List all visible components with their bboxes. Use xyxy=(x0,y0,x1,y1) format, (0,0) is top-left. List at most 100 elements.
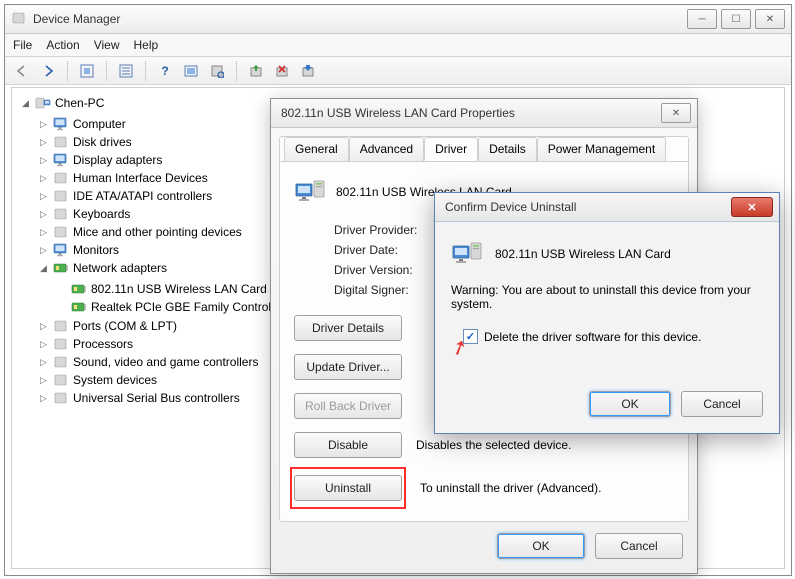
confirm-device-name: 802.11n USB Wireless LAN Card xyxy=(495,247,671,261)
disk-icon xyxy=(53,134,69,150)
network-icon xyxy=(53,260,69,276)
expander-icon[interactable]: ◢ xyxy=(20,98,31,109)
computer-icon xyxy=(53,116,69,132)
tree-node[interactable]: Disk drives xyxy=(73,135,132,149)
tree-node[interactable]: Mice and other pointing devices xyxy=(73,225,242,239)
roll-back-driver-button[interactable]: Roll Back Driver xyxy=(294,393,402,419)
driver-details-button[interactable]: Driver Details xyxy=(294,315,402,341)
digital-signer-label: Digital Signer: xyxy=(334,283,444,297)
expander-icon[interactable]: ▷ xyxy=(38,155,49,166)
back-button[interactable] xyxy=(11,60,33,82)
monitor-icon xyxy=(53,242,69,258)
show-hidden-icon[interactable] xyxy=(76,60,98,82)
hid-icon xyxy=(53,170,69,186)
tab-advanced[interactable]: Advanced xyxy=(349,137,424,161)
app-icon xyxy=(11,10,27,29)
expander-icon[interactable]: ▷ xyxy=(38,375,49,386)
tree-node[interactable]: Monitors xyxy=(73,243,119,257)
disable-description: Disables the selected device. xyxy=(416,438,571,452)
menu-file[interactable]: File xyxy=(13,38,32,52)
computer-root-icon xyxy=(35,95,51,111)
usb-icon xyxy=(53,390,69,406)
confirm-warning-text: Warning: You are about to uninstall this… xyxy=(451,283,763,311)
confirm-titlebar: Confirm Device Uninstall ✕ xyxy=(435,193,779,222)
update-driver-icon[interactable] xyxy=(245,60,267,82)
expander-icon[interactable]: ▷ xyxy=(38,137,49,148)
confirm-ok-button[interactable]: OK xyxy=(589,391,671,417)
toolbar: ? xyxy=(5,57,791,86)
forward-button[interactable] xyxy=(37,60,59,82)
uninstall-icon[interactable] xyxy=(271,60,293,82)
expander-icon[interactable]: ▷ xyxy=(38,245,49,256)
tree-node[interactable]: Realtek PCIe GBE Family Controller xyxy=(91,300,284,314)
help-icon[interactable]: ? xyxy=(154,60,176,82)
tree-node[interactable]: Processors xyxy=(73,337,133,351)
expander-icon[interactable]: ▷ xyxy=(38,393,49,404)
toolbar-sep xyxy=(67,61,68,81)
expander-icon[interactable]: ▷ xyxy=(38,339,49,350)
driver-provider-label: Driver Provider: xyxy=(334,223,444,237)
expander-icon[interactable]: ◢ xyxy=(38,263,49,274)
tab-general[interactable]: General xyxy=(284,137,349,161)
menu-view[interactable]: View xyxy=(94,38,120,52)
update-driver-button[interactable]: Update Driver... xyxy=(294,354,402,380)
minimize-button[interactable]: ─ xyxy=(687,9,717,29)
tree-node-network-adapters[interactable]: Network adapters xyxy=(73,261,167,275)
ide-icon xyxy=(53,188,69,204)
expander-icon[interactable]: ▷ xyxy=(38,191,49,202)
tree-node-root[interactable]: Chen-PC xyxy=(55,96,104,110)
confirm-close-button[interactable]: ✕ xyxy=(731,197,773,217)
uninstall-description: To uninstall the driver (Advanced). xyxy=(420,481,601,495)
expander-icon[interactable]: ▷ xyxy=(38,209,49,220)
expander-icon[interactable]: ▷ xyxy=(38,227,49,238)
properties-close-button[interactable]: ✕ xyxy=(661,103,691,123)
device-icon xyxy=(294,174,326,209)
nic-icon xyxy=(71,299,87,315)
properties-icon[interactable] xyxy=(115,60,137,82)
menu-help[interactable]: Help xyxy=(134,38,159,52)
maximize-button[interactable]: ☐ xyxy=(721,9,751,29)
uninstall-highlight: Uninstall xyxy=(290,467,406,509)
tree-node[interactable]: 802.11n USB Wireless LAN Card xyxy=(91,282,267,296)
keyboard-icon xyxy=(53,206,69,222)
tab-details[interactable]: Details xyxy=(478,137,537,161)
tree-node[interactable]: Keyboards xyxy=(73,207,130,221)
toolbar-sep xyxy=(236,61,237,81)
device-icon xyxy=(451,236,483,271)
expander-icon[interactable]: ▷ xyxy=(38,173,49,184)
properties-cancel-button[interactable]: Cancel xyxy=(595,533,683,559)
tree-node[interactable]: Sound, video and game controllers xyxy=(73,355,258,369)
expander-icon[interactable]: ▷ xyxy=(38,357,49,368)
properties-title: 802.11n USB Wireless LAN Card Properties xyxy=(277,106,661,120)
tree-node[interactable]: IDE ATA/ATAPI controllers xyxy=(73,189,212,203)
properties-ok-button[interactable]: OK xyxy=(497,533,585,559)
tree-node[interactable]: Human Interface Devices xyxy=(73,171,208,185)
scan-icon[interactable] xyxy=(180,60,202,82)
tree-node[interactable]: Universal Serial Bus controllers xyxy=(73,391,240,405)
expander-icon[interactable]: ▷ xyxy=(38,321,49,332)
driver-date-label: Driver Date: xyxy=(334,243,444,257)
display-icon xyxy=(53,152,69,168)
tree-node[interactable]: Ports (COM & LPT) xyxy=(73,319,177,333)
scan-hardware-icon[interactable] xyxy=(206,60,228,82)
mouse-icon xyxy=(53,224,69,240)
tab-driver[interactable]: Driver xyxy=(424,137,478,161)
confirm-title: Confirm Device Uninstall xyxy=(441,200,731,214)
confirm-cancel-button[interactable]: Cancel xyxy=(681,391,763,417)
tree-node[interactable]: System devices xyxy=(73,373,157,387)
close-button[interactable]: ✕ xyxy=(755,9,785,29)
window-title: Device Manager xyxy=(33,12,687,26)
tree-node[interactable]: Display adapters xyxy=(73,153,162,167)
menu-action[interactable]: Action xyxy=(46,38,79,52)
uninstall-button[interactable]: Uninstall xyxy=(294,475,402,501)
expander-icon[interactable]: ▷ xyxy=(38,119,49,130)
cpu-icon xyxy=(53,336,69,352)
disable-button[interactable]: Disable xyxy=(294,432,402,458)
titlebar: Device Manager ─ ☐ ✕ xyxy=(5,5,791,34)
tab-power-management[interactable]: Power Management xyxy=(537,137,666,161)
menubar: File Action View Help xyxy=(5,34,791,57)
disable-icon[interactable] xyxy=(297,60,319,82)
toolbar-sep xyxy=(106,61,107,81)
driver-version-label: Driver Version: xyxy=(334,263,444,277)
tree-node[interactable]: Computer xyxy=(73,117,126,131)
